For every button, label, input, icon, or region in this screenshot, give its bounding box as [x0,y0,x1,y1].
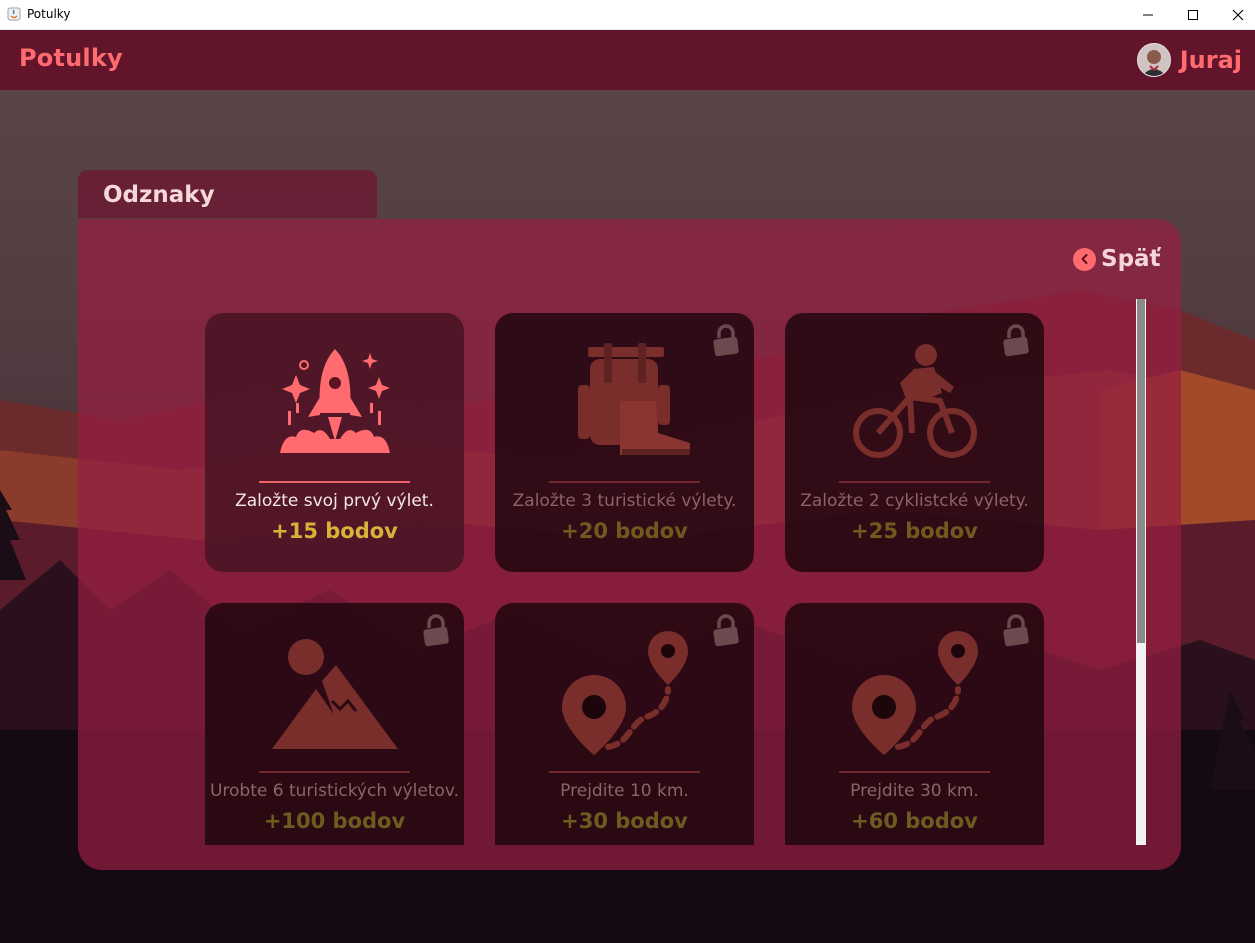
minimize-icon [1143,14,1153,16]
badge-divider [839,771,990,773]
user-avatar[interactable] [1136,43,1171,77]
java-app-icon [7,7,21,21]
badge-points: +100 bodov [263,809,406,833]
page-title: Odznaky [103,182,215,208]
badge-description: Založte svoj prvý výlet. [235,491,434,511]
maximize-button[interactable] [1170,0,1216,30]
vertical-scrollbar[interactable] [1136,299,1146,845]
badge-description: Založte 2 cyklistcké výlety. [800,491,1029,511]
app-header: Potulky Juraj [0,30,1255,90]
badge-card[interactable]: Urobte 6 turistických výletov. +100 bodo… [205,603,464,845]
username[interactable]: Juraj [1180,46,1242,74]
window-titlebar: Potulky [0,0,1255,30]
badge-points: +60 bodov [851,809,978,833]
badge-divider [259,771,410,773]
close-button[interactable] [1215,0,1255,30]
badge-card[interactable]: Založte 3 turistické výlety. +20 bodov [495,313,754,572]
badges-grid[interactable]: Založte svoj prvý výlet. +15 bodov Založ… [205,313,1065,845]
app-brand[interactable]: Potulky [19,44,123,72]
badge-points: +30 bodov [561,809,688,833]
back-label: Späť [1101,246,1161,272]
badge-points: +25 bodov [851,519,978,543]
badge-divider [839,481,990,483]
window-title: Potulky [27,7,71,21]
route-pins-icon [851,631,978,755]
cyclist-icon [852,344,977,458]
user-profile[interactable]: Juraj [1136,43,1242,77]
rocket-icon [279,349,390,453]
scrollbar-thumb[interactable] [1137,299,1145,643]
badge-description: Prejdite 10 km. [560,781,689,801]
badge-description: Urobte 6 turistických výletov. [209,781,460,801]
chevron-left-icon [1073,247,1096,271]
close-icon [1232,9,1244,21]
badge-divider [549,771,700,773]
badge-card[interactable]: Založte svoj prvý výlet. +15 bodov [205,313,464,572]
badge-description: Prejdite 30 km. [850,781,979,801]
badge-card[interactable]: Prejdite 10 km. +30 bodov [495,603,754,845]
badge-points: +15 bodov [271,519,398,543]
mountain-sun-icon [271,639,398,749]
badge-divider [549,481,700,483]
avatar-photo [1137,44,1170,76]
route-pins-icon [561,631,688,755]
badge-points: +20 bodov [561,519,688,543]
maximize-icon [1188,10,1198,20]
backpack-boot-icon [577,343,690,455]
badge-description: Založte 3 turistické výlety. [512,491,737,511]
back-button[interactable]: Späť [1073,246,1161,272]
badge-divider [259,481,410,483]
section-title-tab: Odznaky [78,170,377,218]
minimize-button[interactable] [1125,0,1171,30]
badge-card[interactable]: Založte 2 cyklistcké výlety. +25 bodov [785,313,1044,572]
badge-card[interactable]: Prejdite 30 km. +60 bodov [785,603,1044,845]
